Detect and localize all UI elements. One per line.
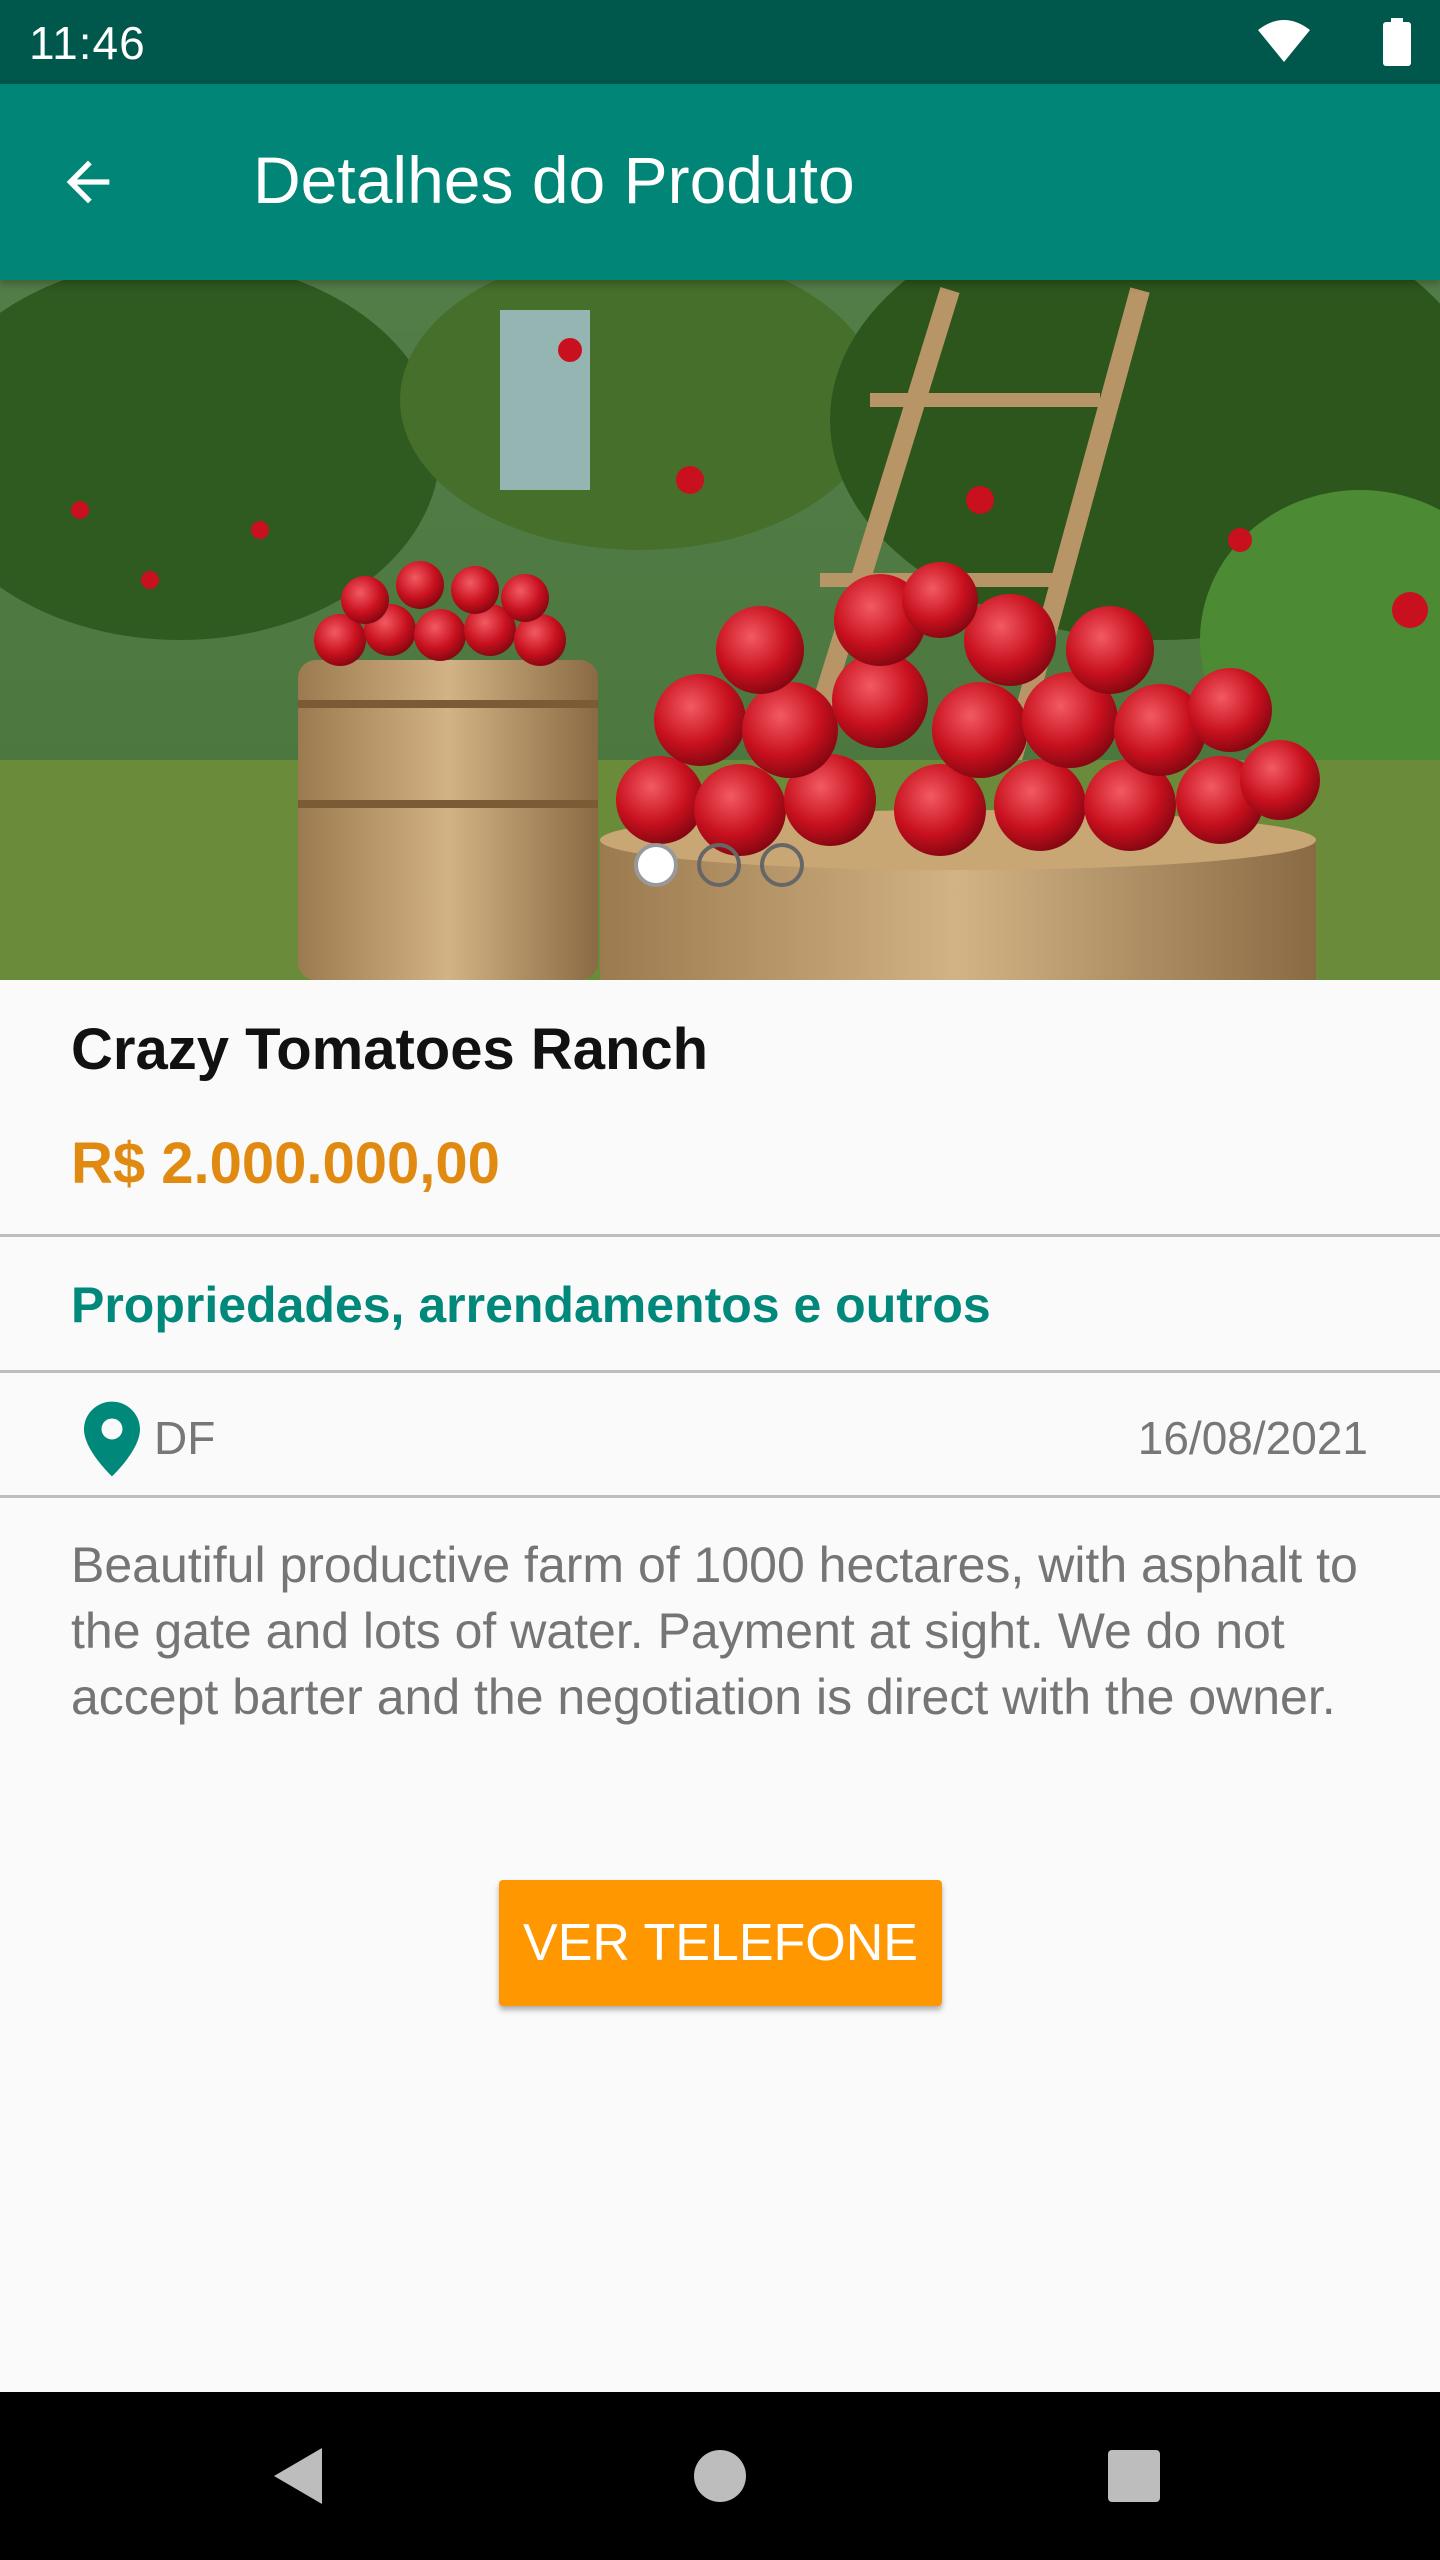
location-pin-icon [84, 1401, 140, 1477]
back-button[interactable] [40, 134, 136, 230]
battery-icon [1383, 18, 1411, 66]
arrow-back-icon [66, 160, 110, 204]
status-bar: 11:46 [0, 0, 1440, 84]
location-text: DF [154, 1412, 216, 1464]
carousel-dot-3[interactable] [760, 843, 804, 887]
screen: 11:46 Detalhes do Produto Crazy Tomatoes… [0, 0, 1440, 2560]
product-description: Beautiful productive farm of 1000 hectar… [71, 1537, 1358, 1725]
product-category: Propriedades, arrendamentos e outros [71, 1277, 991, 1333]
product-name: Crazy Tomatoes Ranch [71, 1017, 709, 1082]
nav-home-icon[interactable] [686, 2442, 754, 2510]
divider [0, 1370, 1440, 1373]
product-image-carousel[interactable] [0, 280, 1440, 980]
product-price: R$ 2.000.000,00 [71, 1131, 500, 1196]
divider [0, 1495, 1440, 1498]
view-phone-button[interactable]: VER TELEFONE [499, 1880, 942, 2006]
post-date: 16/08/2021 [1137, 1412, 1368, 1464]
carousel-dot-2[interactable] [697, 843, 741, 887]
page-title: Detalhes do Produto [253, 143, 855, 217]
nav-recents-icon[interactable] [1100, 2442, 1168, 2510]
divider [0, 1234, 1440, 1237]
app-bar: Detalhes do Produto [0, 84, 1440, 280]
navigation-bar [0, 2392, 1440, 2560]
location-row: DF 16/08/2021 [0, 1375, 1440, 1497]
status-time: 11:46 [29, 17, 146, 69]
nav-back-icon[interactable] [266, 2442, 334, 2510]
carousel-dot-1[interactable] [634, 843, 678, 887]
wifi-icon [1258, 20, 1310, 62]
